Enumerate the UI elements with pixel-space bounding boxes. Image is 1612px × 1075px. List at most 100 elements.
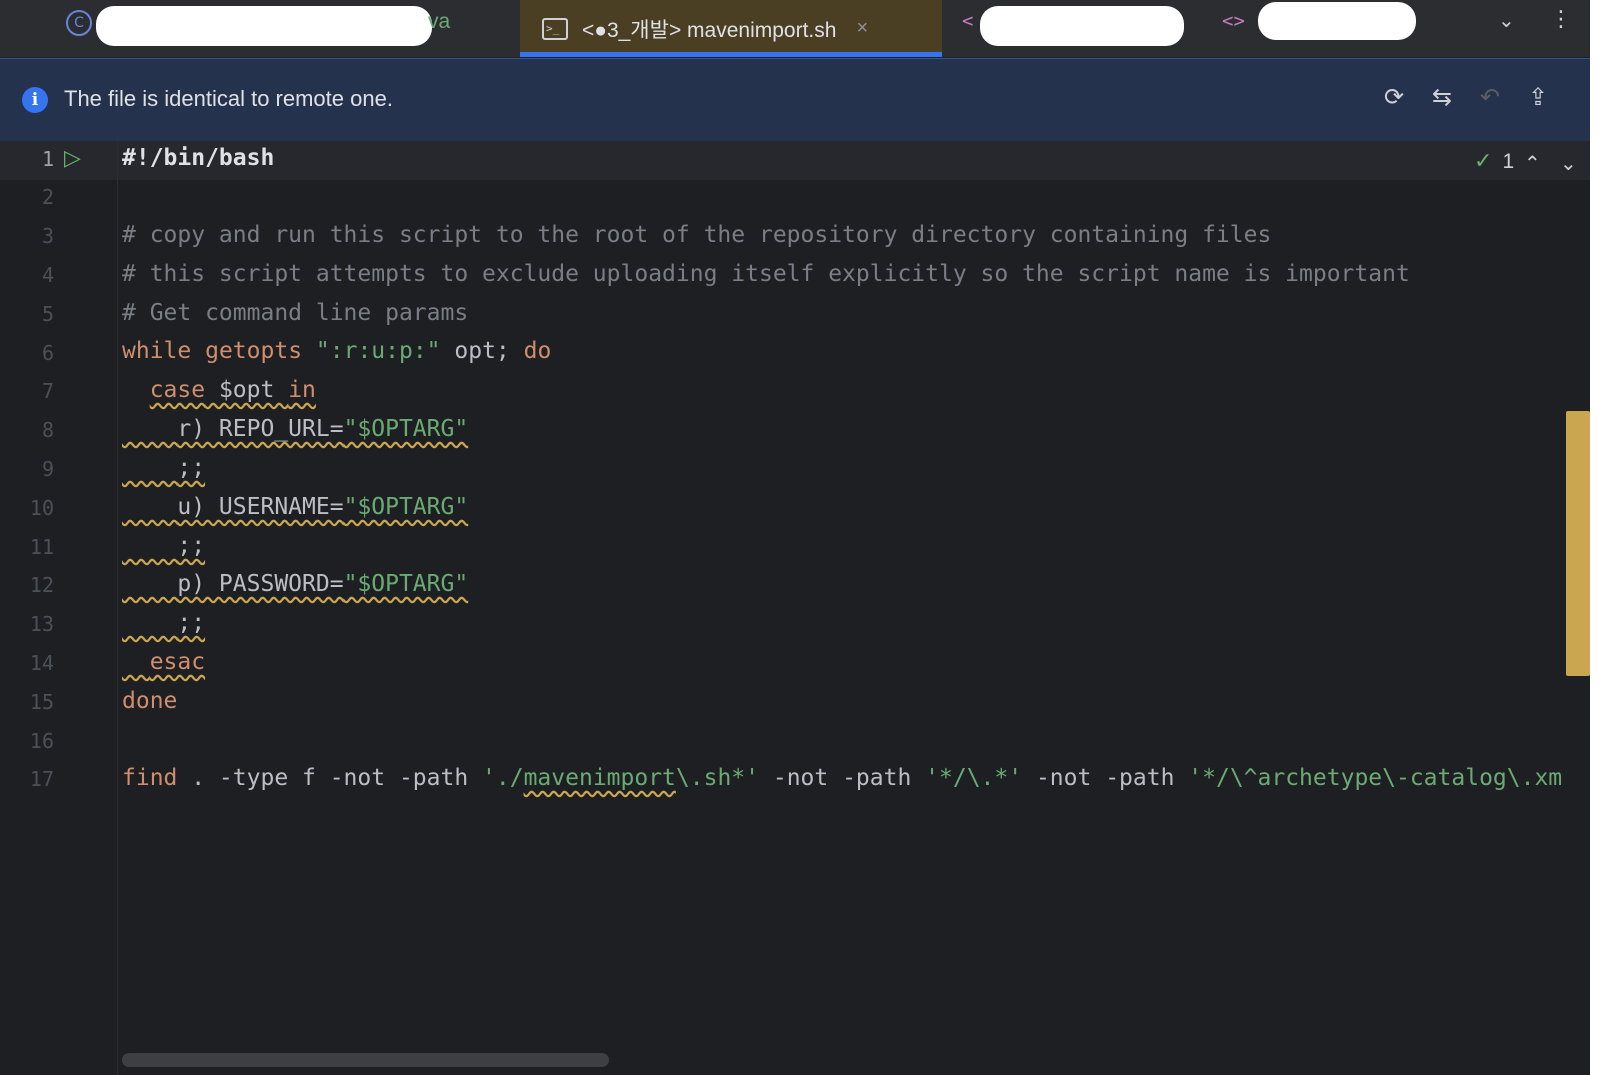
code-line-11: ;; xyxy=(122,533,205,559)
code-line-13: ;; xyxy=(122,610,205,636)
compare-icon[interactable]: ⇆ xyxy=(1432,83,1452,112)
keyword: esac xyxy=(149,649,206,675)
editor-tab-bar: C va >_ <●3_개발> mavenimport.sh × < <> ⌄ … xyxy=(0,0,1612,58)
code-line-17: find . -type f -not -path './mavenimport… xyxy=(122,765,1562,791)
line-number: 12 xyxy=(29,573,54,597)
variable: $opt xyxy=(205,377,289,403)
remote-compare-banner: i The file is identical to remote one. ⟳… xyxy=(0,58,1590,142)
code-line-1: #!/bin/bash xyxy=(122,145,275,171)
run-icon[interactable]: ▷ xyxy=(64,145,81,171)
code-editor[interactable]: 1 ▷ 2 3 4 5 6 7 8 9 10 11 12 13 14 15 16… xyxy=(0,141,1590,1075)
line-number: 6 xyxy=(41,341,54,365)
code-line-4: # this script attempts to exclude upload… xyxy=(122,261,1410,287)
line-number: 3 xyxy=(41,224,54,248)
code-line-9: ;; xyxy=(122,455,205,481)
kebab-icon[interactable]: ⋮ xyxy=(1550,6,1572,32)
revert-icon[interactable]: ↶ xyxy=(1480,83,1500,112)
code-line-5: # Get command line params xyxy=(122,300,469,326)
line-number: 2 xyxy=(41,185,54,209)
string-literal: ":r:u:p:" xyxy=(315,338,441,364)
string-literal: "$OPTARG" xyxy=(343,416,469,442)
code-text: -not -path xyxy=(759,765,926,791)
line-number: 14 xyxy=(29,651,54,675)
html-icon: <> xyxy=(1222,10,1245,32)
code-line-15: done xyxy=(122,688,178,714)
warning-span: case $opt in xyxy=(150,377,316,403)
line-number: 7 xyxy=(41,379,54,403)
code-text: -not -path xyxy=(1022,765,1189,791)
line-number: 13 xyxy=(29,612,54,636)
window-edge xyxy=(1590,0,1612,1075)
code-text: ;; xyxy=(177,610,206,636)
inspection-widget[interactable]: ✓ 1 xyxy=(1474,149,1514,174)
string-part: mavenimport xyxy=(523,765,676,791)
keyword: in xyxy=(288,377,316,403)
string-literal: '*/\.*' xyxy=(925,765,1023,791)
redacted-tab-label xyxy=(980,6,1184,46)
line-number: 9 xyxy=(41,457,54,481)
string-literal: './mavenimport\.sh*' xyxy=(482,765,759,791)
html-icon: < xyxy=(962,10,974,32)
code-text: p) PASSWORD= xyxy=(177,571,344,597)
line-number: 15 xyxy=(29,690,54,714)
line-number: 8 xyxy=(41,418,54,442)
chevron-up-icon[interactable]: ⌃ xyxy=(1524,151,1541,176)
line-number: 16 xyxy=(29,729,54,753)
tab-label: <●3_개발> mavenimport.sh xyxy=(582,18,837,42)
line-number: 1 xyxy=(41,147,54,171)
banner-message: The file is identical to remote one. xyxy=(64,86,393,111)
code-text: r) REPO_URL= xyxy=(177,416,344,442)
warning-span: p) PASSWORD="$OPTARG" xyxy=(122,571,468,597)
code-line-6: while getopts ":r:u:p:" opt; do xyxy=(122,338,551,364)
warning-span: ;; xyxy=(122,610,205,636)
redacted-tab-label xyxy=(1258,2,1416,40)
warning-span: esac xyxy=(122,649,205,675)
line-number: 10 xyxy=(29,496,54,520)
chevron-down-icon[interactable]: ⌄ xyxy=(1560,151,1577,176)
code-line-3: # copy and run this script to the root o… xyxy=(122,222,1272,248)
tab-mavenimport-sh[interactable]: >_ <●3_개발> mavenimport.sh × xyxy=(520,0,942,57)
code-line-10: u) USERNAME="$OPTARG" xyxy=(122,494,468,520)
tab-label-suffix: va xyxy=(428,10,451,33)
line-gutter: 1 ▷ 2 3 4 5 6 7 8 9 10 11 12 13 14 15 16… xyxy=(0,141,118,1075)
close-icon[interactable]: × xyxy=(856,17,868,40)
string-literal: "$OPTARG" xyxy=(343,571,469,597)
string-part: \.sh*' xyxy=(675,765,759,791)
upload-icon[interactable]: ⇪ xyxy=(1528,83,1548,112)
horizontal-scrollbar[interactable] xyxy=(122,1053,609,1067)
code-line-8: r) REPO_URL="$OPTARG" xyxy=(122,416,468,442)
keyword: while xyxy=(122,338,192,364)
redacted-tab-label xyxy=(96,6,432,46)
java-class-icon: C xyxy=(66,10,92,36)
string-part: './ xyxy=(482,765,524,791)
inspection-count: 1 xyxy=(1502,149,1515,173)
warning-span: ;; xyxy=(122,455,205,481)
builtin: getopts xyxy=(205,338,303,364)
line-number: 11 xyxy=(29,535,54,559)
sync-icon[interactable]: ⟳ xyxy=(1384,83,1404,112)
line-number: 4 xyxy=(41,263,54,287)
keyword: find xyxy=(122,765,178,791)
line-number: 5 xyxy=(41,302,54,326)
code-line-7: case $opt in xyxy=(122,377,316,403)
info-icon: i xyxy=(22,87,48,113)
warning-span: u) USERNAME="$OPTARG" xyxy=(122,494,468,520)
code-line-12: p) PASSWORD="$OPTARG" xyxy=(122,571,468,597)
check-icon: ✓ xyxy=(1474,149,1493,174)
keyword: case xyxy=(149,377,206,403)
keyword: do xyxy=(523,338,552,364)
chevron-down-icon[interactable]: ⌄ xyxy=(1498,8,1515,33)
code-text: opt; xyxy=(440,338,524,364)
code-text: ;; xyxy=(177,533,206,559)
warning-span: ;; xyxy=(122,533,205,559)
code-text: . -type f -not -path xyxy=(177,765,483,791)
line-number: 17 xyxy=(29,767,54,791)
warning-span: r) REPO_URL="$OPTARG" xyxy=(122,416,468,442)
warning-marker-stripe[interactable] xyxy=(1566,411,1590,676)
terminal-file-icon: >_ xyxy=(542,17,568,40)
code-text: u) USERNAME= xyxy=(177,494,344,520)
string-literal: "$OPTARG" xyxy=(343,494,469,520)
string-literal: '*/\^archetype\-catalog\.xm xyxy=(1188,765,1563,791)
code-line-14: esac xyxy=(122,649,205,675)
code-text: ;; xyxy=(177,455,206,481)
